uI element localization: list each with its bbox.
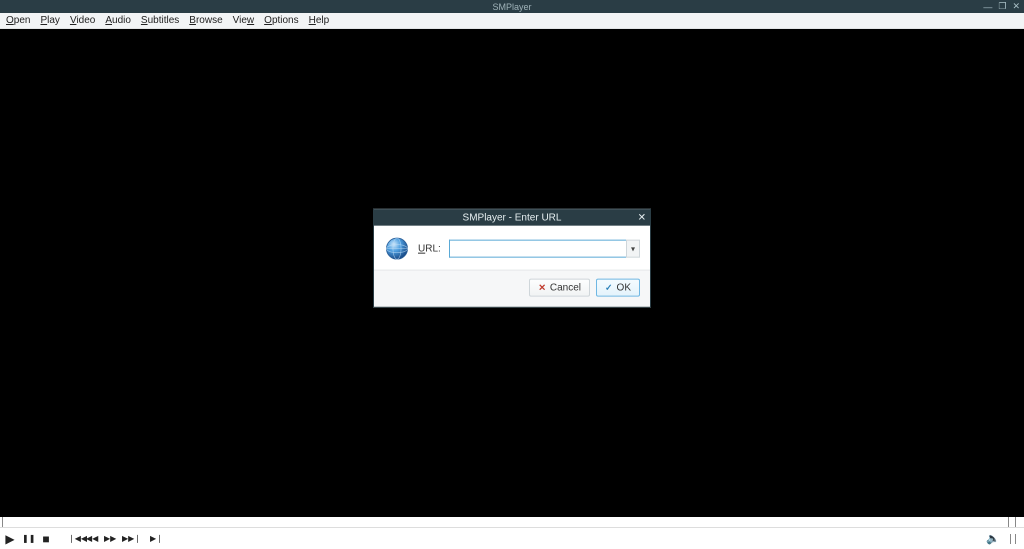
- menu-subtitles[interactable]: Subtitles: [141, 15, 179, 26]
- prev-rewind-button[interactable]: ❘◀◀: [68, 534, 80, 543]
- menu-open[interactable]: Open: [6, 15, 30, 26]
- url-input[interactable]: [449, 240, 626, 258]
- cancel-icon: ✕: [538, 282, 546, 293]
- minimize-icon[interactable]: —: [983, 2, 992, 12]
- video-area: SMPlayer - Enter URL ✕: [0, 29, 1024, 517]
- enter-url-dialog: SMPlayer - Enter URL ✕: [373, 209, 651, 308]
- next-forward-button[interactable]: ▶▶❘: [122, 534, 134, 543]
- play-button[interactable]: ▶: [4, 532, 16, 546]
- forward-button[interactable]: ▶▶: [104, 534, 116, 543]
- menu-browse[interactable]: Browse: [189, 15, 222, 26]
- frame-step-button[interactable]: ▶❘: [150, 534, 162, 543]
- cancel-button[interactable]: ✕ Cancel: [529, 279, 590, 297]
- controls-bar: ▶ ❚❚ ■ ❘◀◀ ◀◀ ▶▶ ▶▶❘ ▶❘ 🔈: [0, 528, 1024, 549]
- cancel-button-label: Cancel: [550, 282, 581, 293]
- seek-start-marker: [2, 517, 8, 527]
- ok-button-label: OK: [617, 282, 631, 293]
- ok-button[interactable]: ✓ OK: [596, 279, 640, 297]
- stop-button[interactable]: ■: [40, 532, 52, 546]
- menu-audio[interactable]: Audio: [105, 15, 131, 26]
- seek-bar[interactable]: [0, 517, 1024, 528]
- pause-button[interactable]: ❚❚: [22, 534, 34, 543]
- dialog-close-icon[interactable]: ✕: [638, 210, 646, 226]
- menu-play[interactable]: Play: [40, 15, 59, 26]
- window-titlebar: SMPlayer — ❐ ✕: [0, 0, 1024, 13]
- close-icon[interactable]: ✕: [1012, 1, 1020, 12]
- window-title: SMPlayer: [492, 2, 531, 12]
- chevron-down-icon[interactable]: ▾: [626, 240, 640, 258]
- url-combobox: ▾: [449, 240, 640, 258]
- volume-icon[interactable]: 🔈: [986, 532, 1000, 545]
- menu-options[interactable]: Options: [264, 15, 298, 26]
- dialog-titlebar: SMPlayer - Enter URL ✕: [374, 210, 650, 226]
- menu-help[interactable]: Help: [309, 15, 330, 26]
- volume-end-marker: [1010, 534, 1016, 544]
- menubar: Open Play Video Audio Subtitles Browse View Opt…: [0, 13, 1024, 29]
- dialog-title: SMPlayer - Enter URL: [463, 212, 562, 223]
- menu-video[interactable]: Video: [70, 15, 95, 26]
- globe-icon: [384, 236, 410, 262]
- menu-view[interactable]: View: [233, 15, 255, 26]
- maximize-icon[interactable]: ❐: [998, 1, 1006, 12]
- rewind-button[interactable]: ◀◀: [86, 534, 98, 543]
- ok-icon: ✓: [605, 282, 613, 293]
- url-label: URL:: [418, 243, 441, 254]
- seek-end-marker: [1008, 517, 1016, 527]
